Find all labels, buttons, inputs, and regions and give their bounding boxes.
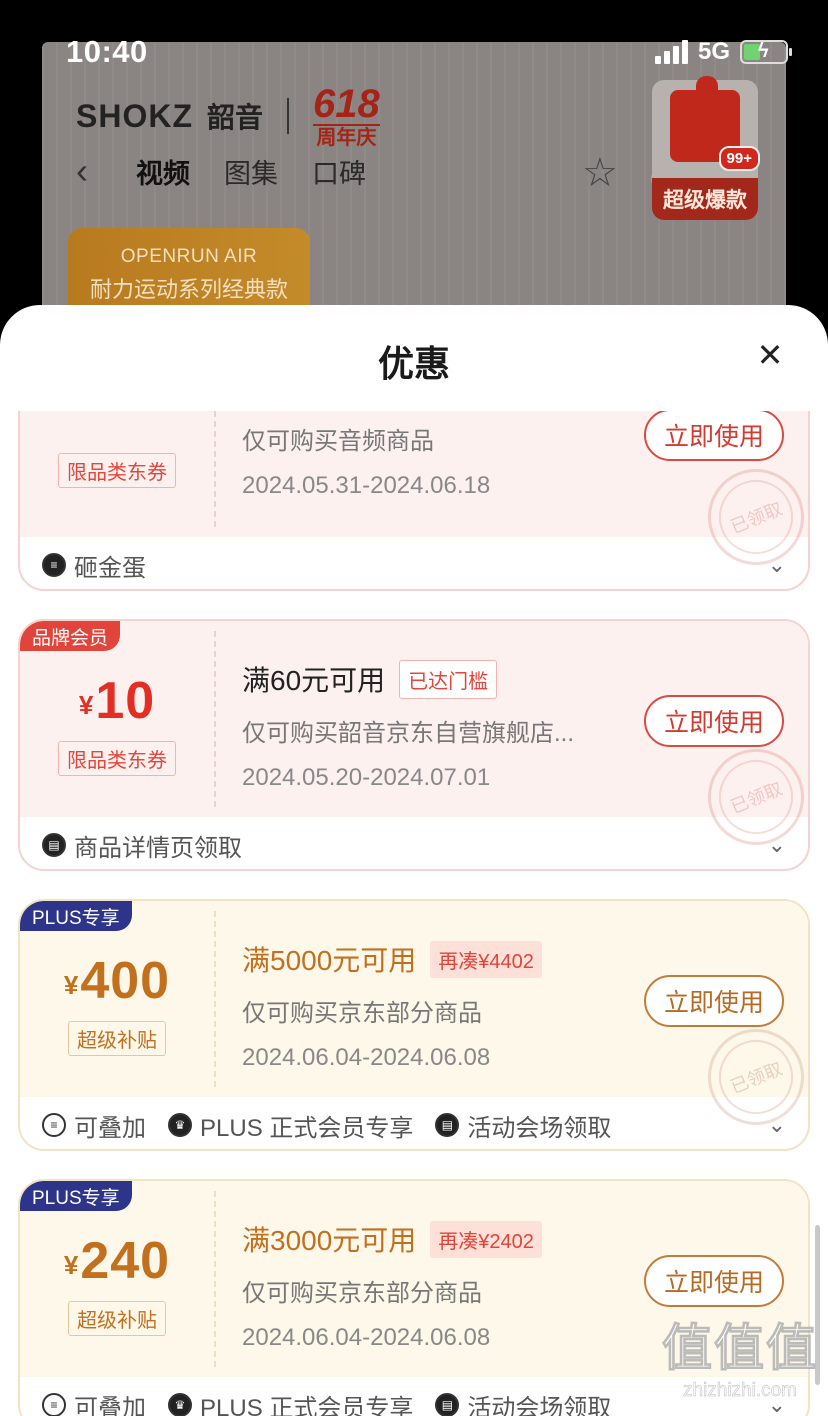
status-time: 10:40 <box>66 34 148 69</box>
coupon-source: ≡ 砸金蛋 <box>42 548 146 583</box>
coupon-card: PLUS专享 ¥400 超级补贴 满5000元可用 再凑¥4402 仅可购买京东… <box>18 899 810 1151</box>
brand-divider <box>287 98 290 134</box>
brand-cn: 韶音 <box>207 102 264 133</box>
coupon-footer[interactable]: ▤ 商品详情页领取 ⌄ <box>20 817 808 869</box>
series-name: OPENRUN AIR <box>120 246 258 267</box>
coupon-divider <box>214 631 216 807</box>
plus-exclusive-tag: PLUS专享 <box>20 1181 132 1211</box>
threshold-pill: 已达门槛 <box>399 659 498 699</box>
coupon-info: 满5000元可用 再凑¥4402 仅可购买京东部分商品 2024.06.04-2… <box>242 939 608 1072</box>
brand-header: SHOKZ 韶音 618 周年庆 <box>76 84 380 148</box>
coupon-body: 品牌会员 ¥10 限品类东券 满60元可用 已达门槛 仅可购买韶音京东自营旗舰店… <box>20 621 808 860</box>
use-now-button[interactable]: 立即使用 <box>644 1255 784 1307</box>
coupon-kind: 限品类东券 <box>20 453 214 488</box>
coupon-kind: 超级补贴 <box>20 1021 214 1056</box>
sheet-header: 优惠 ✕ <box>0 305 828 411</box>
coupon-info: 满60元可用 已达门槛 仅可购买韶音京东自营旗舰店... 2024.05.20-… <box>242 659 608 792</box>
coupon-body: PLUS专享 ¥400 超级补贴 满5000元可用 再凑¥4402 仅可购买京东… <box>20 901 808 1140</box>
coupon-amount: ¥400 <box>63 952 171 1010</box>
use-now-button[interactable]: 立即使用 <box>644 695 784 747</box>
coupon-divider <box>214 1191 216 1367</box>
coupon-kind: 超级补贴 <box>20 1301 214 1336</box>
coupon-kind: 限品类东券 <box>20 741 214 776</box>
promo-logo: 618 周年庆 <box>313 82 380 149</box>
coupon-divider <box>214 911 216 1087</box>
chevron-down-icon[interactable]: ⌄ <box>768 832 786 858</box>
coupon-condition: 满3000元可用 再凑¥2402 <box>242 1219 608 1259</box>
plus-exclusive-tag: PLUS专享 <box>20 901 132 931</box>
egg-icon: ≡ <box>42 553 66 577</box>
coupon-card: 品牌会员 ¥10 限品类东券 满60元可用 已达门槛 仅可购买韶音京东自营旗舰店… <box>18 619 810 871</box>
chevron-down-icon[interactable]: ⌄ <box>768 552 786 578</box>
coupon-date: 2024.05.31-2024.06.18 <box>242 472 491 499</box>
shortfall-pill: 再凑¥4402 <box>430 940 542 978</box>
coupon-scope: 仅可购买京东部分商品 <box>242 1280 482 1307</box>
coupon-amount: ¥10 <box>78 672 156 730</box>
coupon-scope: 仅可购买音频商品 <box>242 428 434 455</box>
coupon-scope: 仅可购买韶音京东自营旗舰店... <box>242 720 575 747</box>
coupon-sheet: 优惠 ✕ ¥30 限品类东券 仅可购买音频商品 2024.05.31-2024.… <box>0 305 828 1416</box>
coupon-divider <box>214 411 216 527</box>
coupon-amount: ¥240 <box>63 1232 171 1290</box>
stackable-label: ≡ 可叠加 <box>42 1108 146 1143</box>
battery-icon: ϟ <box>740 40 792 64</box>
stack-icon: ≡ <box>42 1113 66 1137</box>
coupon-body: ¥30 限品类东券 仅可购买音频商品 2024.05.31-2024.06.18… <box>20 411 808 580</box>
crown-icon: ♛ <box>168 1113 192 1137</box>
tab-reviews[interactable]: 口碑 <box>312 152 366 191</box>
close-icon[interactable]: ✕ <box>752 337 788 373</box>
coupon-card: ¥30 限品类东券 仅可购买音频商品 2024.05.31-2024.06.18… <box>18 411 810 591</box>
sheet-title: 优惠 <box>377 343 450 384</box>
coupon-scope: 仅可购买京东部分商品 <box>242 1000 482 1027</box>
product-tabs: ‹ 视频 图集 口碑 <box>76 150 366 192</box>
coupon-source: ▤ 商品详情页领取 <box>42 828 242 863</box>
coupon-footer[interactable]: ≡ 砸金蛋 ⌄ <box>20 537 808 589</box>
product-page-background: 10:40 5G ϟ SHOKZ 韶音 618 周年庆 ‹ 视频 图集 口碑 ☆… <box>0 0 828 340</box>
chevron-down-icon[interactable]: ⌄ <box>768 1112 786 1138</box>
shortfall-pill: 再凑¥2402 <box>430 1220 542 1258</box>
crown-icon: ♛ <box>168 1393 192 1416</box>
coupon-date: 2024.06.04-2024.06.08 <box>242 1324 491 1351</box>
coupon-condition: 满5000元可用 再凑¥4402 <box>242 939 608 979</box>
coupon-list[interactable]: ¥30 限品类东券 仅可购买音频商品 2024.05.31-2024.06.18… <box>0 411 828 1416</box>
hot-label: 超级爆款 <box>652 178 758 220</box>
coupon-info: 满3000元可用 再凑¥2402 仅可购买京东部分商品 2024.06.04-2… <box>242 1219 608 1352</box>
back-icon[interactable]: ‹ <box>76 150 88 192</box>
coupon-source: ▤ 活动会场领取 <box>435 1108 611 1143</box>
hot-product-badge[interactable]: 99+ 超级爆款 <box>652 76 760 220</box>
ticket-icon: ▤ <box>435 1113 460 1137</box>
plus-member-label: ♛ PLUS 正式会员专享 <box>168 1108 413 1143</box>
ticket-icon: ▤ <box>435 1393 460 1416</box>
plus-member-label: ♛ PLUS 正式会员专享 <box>168 1388 413 1416</box>
coupon-condition: 满60元可用 已达门槛 <box>242 659 608 699</box>
coupon-footer[interactable]: ≡ 可叠加 ♛ PLUS 正式会员专享 ▤ 活动会场领取 ⌄ <box>20 1097 808 1149</box>
brand-name: SHOKZ <box>76 97 193 134</box>
use-now-button[interactable]: 立即使用 <box>644 975 784 1027</box>
coupon-info: 仅可购买音频商品 2024.05.31-2024.06.18 <box>242 421 608 500</box>
coupon-source: ▤ 活动会场领取 <box>435 1388 611 1416</box>
tab-gallery[interactable]: 图集 <box>224 152 278 191</box>
ticket-icon: ▤ <box>42 833 66 857</box>
favorite-star-icon[interactable]: ☆ <box>582 150 618 196</box>
signal-icon <box>654 40 688 64</box>
site-watermark: 值值值 zhizhizhi.com <box>662 1320 818 1402</box>
status-indicators: 5G ϟ <box>654 38 792 66</box>
stack-icon: ≡ <box>42 1393 66 1416</box>
brand-member-tag: 品牌会员 <box>20 621 121 651</box>
use-now-button[interactable]: 立即使用 <box>644 411 784 461</box>
stackable-label: ≡ 可叠加 <box>42 1388 146 1416</box>
network-type: 5G <box>697 38 730 65</box>
tab-video[interactable]: 视频 <box>136 152 190 191</box>
coupon-date: 2024.05.20-2024.07.01 <box>242 764 491 791</box>
hot-count-badge: 99+ <box>718 146 760 171</box>
series-tagline: 耐力运动系列经典款 <box>89 277 288 302</box>
coupon-date: 2024.06.04-2024.06.08 <box>242 1044 491 1071</box>
